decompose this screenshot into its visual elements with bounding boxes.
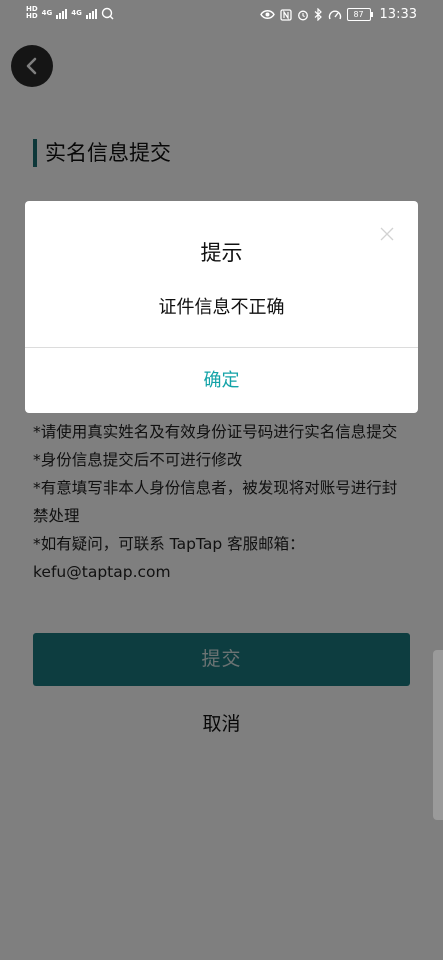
- status-left: HD HD 4G 4G: [26, 6, 114, 20]
- nfc-icon: [279, 8, 292, 21]
- signal-icon: [56, 7, 68, 19]
- confirm-button[interactable]: 确定: [25, 348, 418, 413]
- hd-indicator: HD HD: [26, 6, 38, 20]
- speedometer-icon: [328, 10, 341, 19]
- alarm-icon: [297, 10, 308, 20]
- search-status-icon: [101, 7, 114, 19]
- dialog-title: 提示: [200, 241, 243, 265]
- status-right: 87 13:33: [259, 7, 417, 22]
- signal-icon: [85, 7, 97, 19]
- bluetooth-icon: [314, 8, 322, 21]
- scrollbar[interactable]: [433, 650, 443, 820]
- clock: 13:33: [379, 7, 417, 22]
- battery-indicator: 87: [346, 8, 373, 21]
- status-bar: HD HD 4G 4G 87 13:33: [0, 0, 443, 32]
- network-type-label: 4G: [41, 8, 53, 17]
- alert-dialog: 提示 证件信息不正确 确定: [25, 201, 418, 413]
- modal-overlay[interactable]: [0, 0, 443, 960]
- dialog-message: 证件信息不正确: [158, 297, 285, 318]
- network-type-label: 4G: [71, 8, 82, 17]
- eye-icon: [259, 10, 275, 19]
- hd-label: HD: [26, 12, 38, 20]
